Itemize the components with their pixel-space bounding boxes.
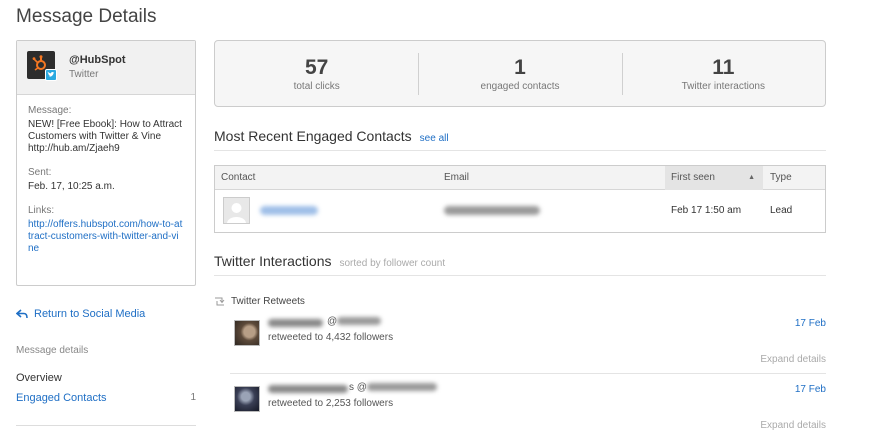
default-avatar-icon: [224, 198, 249, 223]
message-text-block: Message: NEW! [Free Ebook]: How to Attra…: [28, 105, 184, 155]
stats-summary: 57 total clicks 1 engaged contacts 11 Tw…: [214, 40, 826, 107]
column-header-contact[interactable]: Contact: [221, 166, 255, 190]
see-all-link[interactable]: see all: [420, 133, 449, 144]
contact-first-seen: Feb 17 1:50 am: [671, 205, 742, 216]
sent-label: Sent:: [28, 167, 52, 178]
message-text: NEW! [Free Ebook]: How to Attract Custom…: [28, 119, 182, 154]
retweet-date-link[interactable]: 17 Feb: [795, 384, 826, 395]
contact-avatar: [223, 197, 250, 224]
contacts-table: Contact Email First seen ▲ Type Feb 17 1…: [214, 165, 826, 233]
expand-details-link[interactable]: Expand details: [760, 354, 826, 365]
name-suffix: s: [349, 382, 354, 393]
stat-label: Twitter interactions: [681, 81, 765, 92]
message-body: Message: NEW! [Free Ebook]: How to Attra…: [17, 95, 195, 255]
stat-value: 11: [712, 56, 735, 79]
column-label: First seen: [671, 172, 715, 183]
sidebar-item-label: Engaged Contacts: [16, 392, 107, 404]
page-title: Message Details: [16, 6, 157, 27]
hubspot-avatar: [27, 51, 57, 81]
handle-redacted: [337, 317, 382, 326]
retweet-text: retweeted to 4,432 followers: [268, 332, 394, 343]
user-name-redacted[interactable]: [268, 385, 348, 393]
account-network: Twitter: [69, 69, 99, 80]
back-arrow-icon: [16, 309, 28, 319]
handle-prefix: @: [356, 382, 367, 393]
expand-details-link[interactable]: Expand details: [760, 420, 826, 431]
links-label: Links:: [28, 205, 55, 216]
contact-name-link-redacted[interactable]: [260, 206, 318, 215]
retweets-heading: Twitter Retweets: [214, 296, 305, 307]
account-header: @HubSpot Twitter: [17, 41, 195, 95]
twitter-interactions-header: Twitter Interactions sorted by follower …: [214, 253, 826, 276]
contact-type: Lead: [770, 205, 793, 216]
message-label: Message:: [28, 105, 72, 116]
message-link[interactable]: http://offers.hubspot.com/how-to-attract…: [28, 219, 182, 254]
sidebar-item-overview[interactable]: Overview: [16, 372, 196, 384]
twitter-badge-icon: [45, 69, 57, 81]
interaction-item: s @ retweeted to 2,253 followers 17 Feb …: [230, 382, 826, 440]
table-header: Contact Email First seen ▲ Type: [215, 166, 825, 190]
section-title: Most Recent Engaged Contacts: [214, 128, 412, 144]
handle-prefix: @: [327, 316, 338, 327]
retweet-text: retweeted to 2,253 followers: [268, 398, 394, 409]
section-title: Twitter Interactions: [214, 253, 332, 269]
stat-label: total clicks: [293, 81, 340, 92]
table-row: Feb 17 1:50 am Lead: [215, 190, 825, 233]
column-header-first-seen[interactable]: First seen ▲: [665, 166, 763, 190]
contact-email-redacted: [444, 206, 540, 215]
sent-value: Feb. 17, 10:25 a.m.: [28, 181, 115, 192]
stat-engaged-contacts: 1 engaged contacts: [418, 41, 621, 106]
sidebar-item-count: 1: [190, 392, 196, 403]
engaged-contacts-header: Most Recent Engaged Contacts see all: [214, 128, 826, 151]
sidebar-item-label: Overview: [16, 372, 62, 384]
return-label: Return to Social Media: [34, 308, 146, 320]
sidebar-divider: [16, 425, 196, 426]
stat-twitter-interactions: 11 Twitter interactions: [621, 41, 825, 106]
stat-value: 1: [514, 56, 526, 79]
sidebar-section-label: Message details: [16, 345, 89, 356]
column-header-email[interactable]: Email: [444, 166, 469, 190]
return-to-social-media-link[interactable]: Return to Social Media: [16, 308, 145, 320]
links-block: Links: http://offers.hubspot.com/how-to-…: [28, 205, 184, 255]
column-header-type[interactable]: Type: [770, 166, 792, 190]
section-subtitle: sorted by follower count: [339, 258, 446, 269]
retweets-label: Twitter Retweets: [231, 296, 305, 307]
retweet-date-link[interactable]: 17 Feb: [795, 318, 826, 329]
sort-ascending-icon: ▲: [748, 174, 755, 181]
user-handle[interactable]: @: [327, 316, 382, 327]
user-handle[interactable]: s @: [349, 382, 437, 393]
interaction-item: @ retweeted to 4,432 followers 17 Feb Ex…: [230, 316, 826, 374]
user-name-redacted[interactable]: [268, 319, 323, 327]
retweet-icon: [215, 297, 225, 306]
stat-label: engaged contacts: [480, 81, 560, 92]
sidebar-item-engaged-contacts[interactable]: Engaged Contacts 1: [16, 392, 196, 404]
handle-redacted: [366, 383, 437, 392]
user-avatar[interactable]: [234, 386, 260, 412]
sent-block: Sent: Feb. 17, 10:25 a.m.: [28, 167, 184, 193]
account-handle: @HubSpot: [69, 54, 126, 66]
message-card: @HubSpot Twitter Message: NEW! [Free Ebo…: [16, 40, 196, 286]
stat-total-clicks: 57 total clicks: [215, 41, 418, 106]
user-avatar[interactable]: [234, 320, 260, 346]
stat-value: 57: [304, 56, 329, 79]
